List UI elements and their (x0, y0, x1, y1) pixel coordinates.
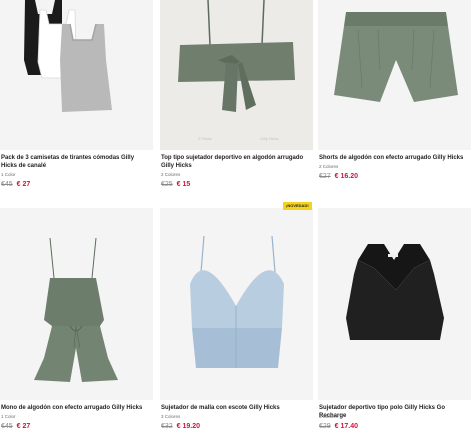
product-image-6[interactable] (318, 208, 471, 400)
product-card-1[interactable]: Pack de 3 camisetas de tirantes cómodas … (0, 0, 153, 195)
product-name-1[interactable]: Pack de 3 camisetas de tirantes cómodas … (1, 154, 151, 170)
old-price: €32 (161, 423, 173, 430)
shorts-image (318, 0, 471, 150)
product-colors-5: 3 Colores (161, 414, 181, 419)
product-name-2[interactable]: Top tipo sujetador deportivo en algodón … (161, 154, 311, 170)
old-price: €25 (161, 181, 173, 188)
product-name-4[interactable]: Mono de algodón con efecto arrugado Gill… (1, 404, 151, 412)
sale-price: € 17.40 (334, 423, 358, 430)
new-badge: ¡NOVEDAD! (283, 202, 312, 210)
sale-price: € 19.20 (176, 423, 200, 430)
product-card-2[interactable]: © Hicks Gilly Hicks Top tipo sujetador d… (160, 0, 313, 195)
sale-price: € 15 (176, 181, 191, 188)
product-image-4[interactable] (0, 208, 153, 400)
product-colors-3: 2 Colores (319, 164, 339, 169)
product-card-5[interactable]: Sujetador de malla con escote Gilly Hick… (160, 208, 313, 443)
product-image-1[interactable] (0, 0, 153, 150)
product-card-6[interactable]: Sujetador deportivo tipo polo Gilly Hick… (318, 208, 471, 443)
svg-text:© Hicks: © Hicks (198, 136, 212, 141)
product-image-5[interactable] (160, 208, 313, 400)
sale-price: € 27 (16, 181, 31, 188)
product-card-4[interactable]: Mono de algodón con efecto arrugado Gill… (0, 208, 153, 443)
product-price-3: €27 € 16.20 (319, 173, 358, 180)
old-price: €45 (1, 181, 13, 188)
svg-text:Gilly Hicks: Gilly Hicks (260, 136, 279, 141)
product-colors-2: 2 Colores (161, 172, 181, 177)
old-price: €29 (319, 423, 331, 430)
product-image-2[interactable]: © Hicks Gilly Hicks (160, 0, 313, 150)
product-name-5[interactable]: Sujetador de malla con escote Gilly Hick… (161, 404, 311, 412)
old-price: €27 (319, 173, 331, 180)
product-name-3[interactable]: Shorts de algodón con efecto arrugado Gi… (319, 154, 469, 162)
product-price-1: €45 € 27 (1, 181, 30, 188)
product-name-6[interactable]: Sujetador deportivo tipo polo Gilly Hick… (319, 404, 469, 420)
product-price-5: €32 € 19.20 (161, 423, 200, 430)
mesh-bra-image (160, 208, 313, 400)
product-image-3[interactable] (318, 0, 471, 150)
product-colors-6: 3 Colores (319, 414, 339, 419)
bandeau-top-image: © Hicks Gilly Hicks (160, 0, 313, 150)
sale-price: € 16.20 (334, 173, 358, 180)
polo-bra-image (318, 208, 471, 400)
product-colors-1: 1 Color (1, 172, 16, 177)
product-price-6: €29 € 17.40 (319, 423, 358, 430)
product-price-4: €45 € 27 (1, 423, 30, 430)
sale-price: € 27 (16, 423, 31, 430)
product-colors-4: 1 Color (1, 414, 16, 419)
old-price: €45 (1, 423, 13, 430)
product-price-2: €25 € 15 (161, 181, 190, 188)
tank-top-pack-image (0, 0, 153, 150)
product-card-3[interactable]: Shorts de algodón con efecto arrugado Gi… (318, 0, 471, 195)
romper-image (0, 208, 153, 400)
